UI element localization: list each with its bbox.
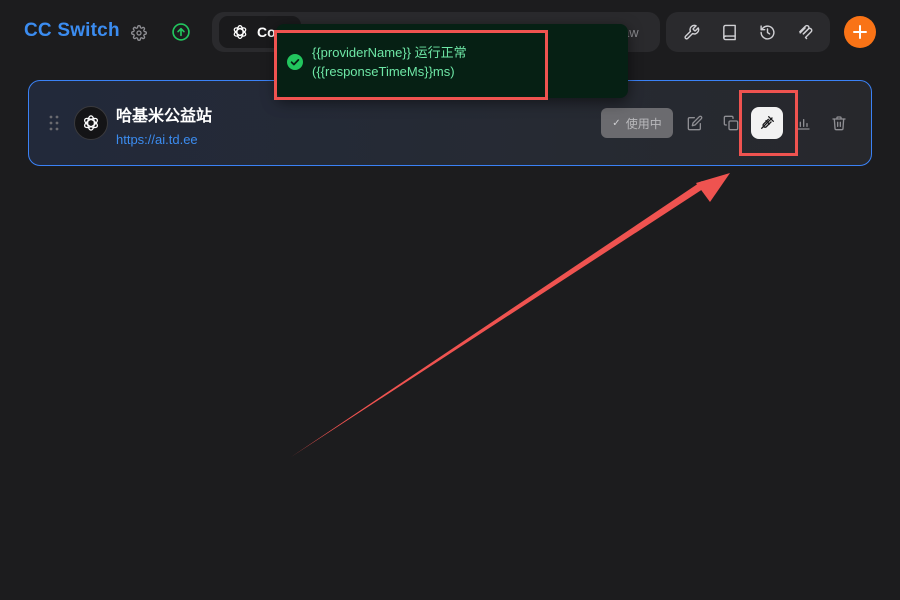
book-icon <box>722 24 736 40</box>
toolbar-group <box>666 12 830 52</box>
usage-chart-icon <box>796 116 810 130</box>
update-button[interactable] <box>170 21 192 43</box>
delete-provider-button[interactable] <box>829 113 849 133</box>
duplicate-provider-button[interactable] <box>721 113 741 133</box>
success-toast <box>276 24 628 98</box>
toast-response-time: ({{responseTimeMs}}ms) <box>312 64 455 79</box>
history-button[interactable] <box>753 18 781 46</box>
docs-button[interactable] <box>715 18 743 46</box>
test-icon <box>761 116 774 129</box>
in-use-label: 使用中 <box>625 116 662 131</box>
provider-avatar <box>74 106 108 140</box>
provider-url-link[interactable]: https://ai.td.ee <box>116 132 198 147</box>
arrow-up-circle-icon <box>172 23 190 41</box>
check-icon: ✓ <box>612 117 621 129</box>
app-title: CC Switch <box>24 20 120 41</box>
mcp-button[interactable] <box>791 18 819 46</box>
drag-handle[interactable] <box>48 114 60 132</box>
wrench-icon <box>683 24 699 40</box>
openai-logo-icon <box>233 25 247 39</box>
edit-provider-button[interactable] <box>685 113 705 133</box>
history-icon <box>759 24 775 40</box>
add-provider-button[interactable] <box>844 16 876 48</box>
test-provider-button[interactable] <box>751 107 783 139</box>
tab-label: Co <box>257 24 276 40</box>
provider-name: 哈基米公益站 <box>116 108 213 125</box>
gear-icon <box>131 25 147 41</box>
openai-logo-icon <box>84 115 98 131</box>
edit-icon <box>687 115 703 131</box>
toast-message: {{providerName}} 运行正常 <box>312 45 467 60</box>
tools-button[interactable] <box>677 18 705 46</box>
mcp-icon <box>798 24 812 39</box>
usage-stats-button[interactable] <box>793 113 813 133</box>
in-use-button[interactable]: ✓ 使用中 <box>601 108 673 138</box>
trash-icon <box>832 116 846 131</box>
duplicate-icon <box>723 115 739 131</box>
settings-button[interactable] <box>128 22 150 44</box>
check-circle-icon <box>287 54 303 70</box>
grip-vertical-icon <box>49 115 59 131</box>
plus-icon <box>853 25 867 39</box>
